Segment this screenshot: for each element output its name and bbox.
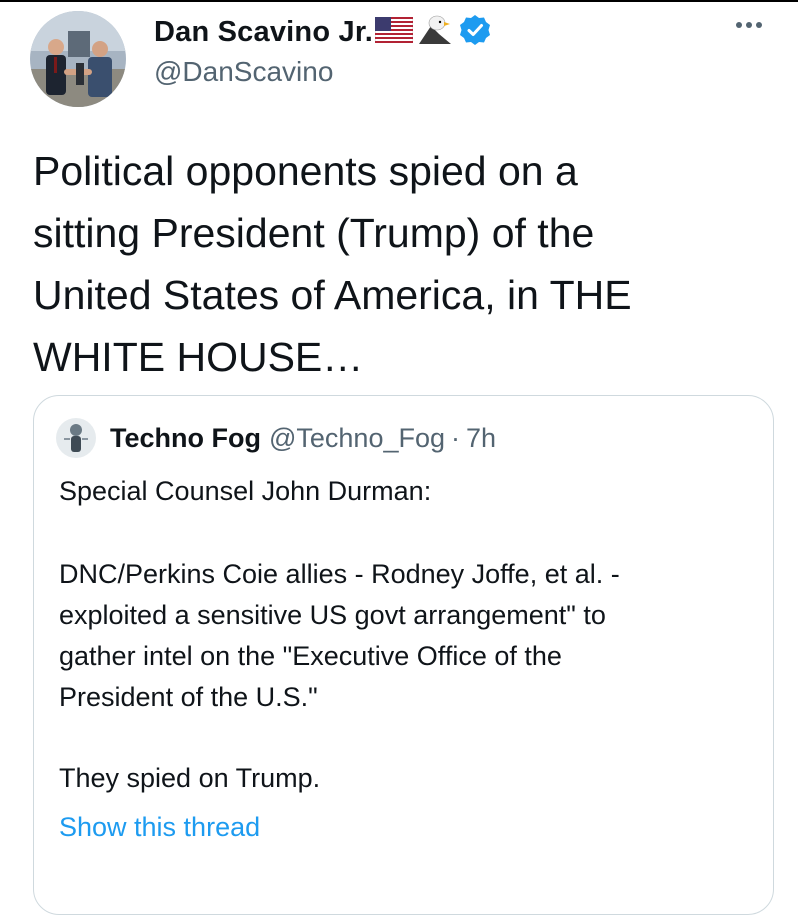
tweet-line: United States of America, in THE — [33, 272, 632, 318]
author-name[interactable]: Dan Scavino Jr. — [154, 16, 373, 49]
quoted-text-line: They spied on Trump. — [59, 763, 321, 793]
quoted-author-avatar — [56, 418, 96, 458]
quoted-text-line: President of the U.S." — [59, 682, 318, 712]
quoted-text-line: gather intel on the "Executive Office of… — [59, 641, 562, 671]
quoted-timestamp[interactable]: 7h — [466, 423, 496, 454]
eagle-icon — [417, 14, 453, 51]
tweet-line: WHITE HOUSE… — [33, 334, 364, 380]
more-options-icon[interactable] — [732, 18, 766, 32]
quoted-tweet-header: Techno Fog @Techno_Fog · 7h — [56, 418, 496, 458]
quoted-separator: · — [451, 422, 460, 453]
author-name-row: Dan Scavino Jr. — [154, 12, 491, 52]
tweet-line: sitting President (Trump) of the — [33, 210, 595, 256]
verified-badge-icon — [459, 14, 491, 51]
tweet-line: Political opponents spied on a — [33, 148, 578, 194]
us-flag-icon — [374, 16, 414, 48]
quoted-text-line: DNC/Perkins Coie allies - Rodney Joffe, … — [59, 559, 620, 589]
quoted-author-handle[interactable]: @Techno_Fog — [269, 423, 445, 454]
quoted-tweet-card[interactable]: Techno Fog @Techno_Fog · 7h Special Coun… — [33, 395, 774, 915]
quoted-text-line: exploited a sensitive US govt arrangemen… — [59, 600, 606, 630]
quoted-text-line: Special Counsel John Durman: — [59, 476, 432, 506]
author-avatar[interactable] — [30, 11, 126, 107]
quoted-author-name[interactable]: Techno Fog — [110, 423, 261, 454]
show-thread-link[interactable]: Show this thread — [59, 812, 260, 843]
author-handle[interactable]: @DanScavino — [154, 56, 333, 88]
top-border — [0, 0, 798, 2]
tweet-text: Political opponents spied on a sitting P… — [33, 140, 773, 388]
